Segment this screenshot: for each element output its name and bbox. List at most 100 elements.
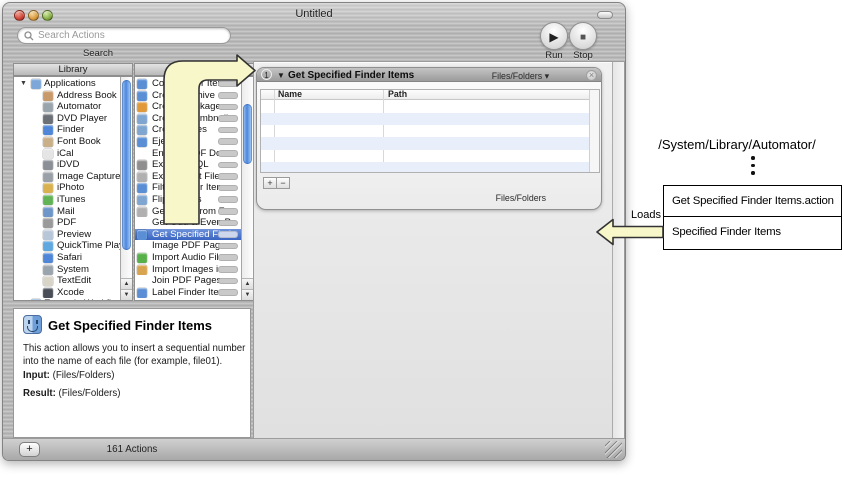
annotation-action-name: Specified Finder Items — [664, 217, 841, 248]
sidebar-item-finder[interactable]: Finder — [14, 124, 120, 136]
table-empty-row — [261, 162, 589, 173]
font-action-icon — [137, 207, 147, 217]
action-capsule — [218, 138, 238, 145]
sidebar-item-ical[interactable]: iCal — [14, 148, 120, 160]
add-item-button[interactable]: + — [263, 177, 277, 189]
library-scrollbar: ▲ ▼ — [120, 77, 132, 300]
photo-action-icon — [137, 265, 147, 275]
action-item-get-fonts-from-fo[interactable]: Get Fonts from Fo — [135, 206, 241, 218]
toolbar-toggle-pill[interactable] — [597, 11, 613, 19]
disclosure-icon[interactable]: ▶ — [20, 298, 25, 300]
mail-icon — [43, 207, 53, 217]
search-input[interactable] — [38, 29, 226, 42]
textedit-icon — [43, 276, 53, 286]
search-icon — [24, 31, 34, 41]
workflow-step-header[interactable]: 1 ▼ Get Specified Finder Items Files/Fol… — [257, 68, 601, 82]
sidebar-item-preview[interactable]: Preview — [14, 229, 120, 241]
sidebar-item-font-book[interactable]: Font Book — [14, 136, 120, 148]
action-item-eject-disk[interactable]: Eject Disk — [135, 136, 241, 148]
dvd-player-icon — [43, 114, 53, 124]
step-disclosure-icon[interactable]: ▼ — [277, 71, 285, 80]
action-item-import-images-int[interactable]: Import Images int — [135, 264, 241, 276]
action-item-execute-sql[interactable]: Execute SQL — [135, 159, 241, 171]
action-capsule — [218, 150, 238, 157]
sidebar-item-itunes[interactable]: iTunes — [14, 194, 120, 206]
annotation-file-box: Get Specified Finder Items.action Specif… — [663, 185, 842, 250]
run-button[interactable]: ▶ — [540, 22, 568, 50]
action-item-encrypt-pdf-docu[interactable]: Encrypt PDF Docu — [135, 148, 241, 160]
add-action-button[interactable]: + — [19, 442, 40, 457]
stop-button[interactable]: ■ — [569, 22, 597, 50]
disclosure-icon[interactable]: ▼ — [20, 78, 27, 90]
workflow-step: 1 ▼ Get Specified Finder Items Files/Fol… — [256, 67, 602, 210]
action-item-filter-finder-items[interactable]: Filter Finder Items — [135, 182, 241, 194]
action-capsule — [218, 289, 238, 296]
scroll-up-icon[interactable]: ▲ — [121, 278, 132, 289]
finder-icon — [43, 125, 53, 135]
iphoto-icon — [43, 183, 53, 193]
table-header-name[interactable]: Name — [278, 89, 302, 99]
action-capsule — [218, 196, 238, 203]
remove-item-button[interactable]: − — [276, 177, 290, 189]
finder-action-icon — [137, 79, 147, 89]
sidebar-item-system[interactable]: System — [14, 264, 120, 276]
sidebar-item-address-book[interactable]: Address Book — [14, 90, 120, 102]
description-body: This action allows you to insert a seque… — [23, 342, 247, 369]
sidebar-item-example-workflows[interactable]: ▶Example Workflows — [14, 298, 120, 300]
actions-column-header[interactable] — [134, 63, 254, 76]
sidebar-item-applications[interactable]: ▼Applications — [14, 78, 120, 90]
sidebar-item-iphoto[interactable]: iPhoto — [14, 182, 120, 194]
action-item-copy-finder-items[interactable]: Copy Finder Items — [135, 78, 241, 90]
step-type-dropdown[interactable]: Files/Folders ▾ — [492, 71, 549, 82]
font-action-icon — [137, 172, 147, 182]
action-item-export-font-files[interactable]: Export Font Files — [135, 171, 241, 183]
action-item-flip-images[interactable]: Flip Images — [135, 194, 241, 206]
action-item-create-archive[interactable]: Create Archive — [135, 90, 241, 102]
workflows-folder-icon — [31, 299, 41, 300]
library-scrollbar-thumb[interactable] — [122, 80, 131, 250]
table-header-path[interactable]: Path — [388, 89, 407, 99]
quicktime-icon — [43, 241, 53, 251]
finder-action-icon — [137, 230, 147, 240]
action-item-join-pdf-pages[interactable]: Join PDF Pages — [135, 275, 241, 287]
sidebar-item-idvd[interactable]: iDVD — [14, 159, 120, 171]
resize-grip[interactable] — [605, 441, 622, 458]
table-empty-row — [261, 125, 589, 137]
search-field[interactable] — [17, 27, 231, 44]
finder-action-icon — [137, 137, 147, 147]
sidebar-item-automator[interactable]: Automator — [14, 101, 120, 113]
action-item-create-package[interactable]: Create Package — [135, 101, 241, 113]
action-item-image-pdf-pages[interactable]: Image PDF Pages — [135, 240, 241, 252]
sidebar-item-image-capture[interactable]: Image Capture — [14, 171, 120, 183]
sidebar-item-pdf[interactable]: PDF — [14, 217, 120, 229]
sidebar-item-textedit[interactable]: TextEdit — [14, 275, 120, 287]
action-item-crop-images[interactable]: Crop Images — [135, 124, 241, 136]
sidebar-item-safari[interactable]: Safari — [14, 252, 120, 264]
action-item-get-specified-find[interactable]: Get Specified Find — [135, 229, 241, 241]
action-item-get-odd-even-pa[interactable]: Get Odd & Even Pa — [135, 217, 241, 229]
sidebar-item-xcode[interactable]: Xcode — [14, 287, 120, 299]
action-capsule — [218, 278, 238, 285]
workflow-scrollbar — [612, 62, 624, 440]
loads-label: Loads — [628, 209, 664, 221]
action-item-import-audio-file[interactable]: Import Audio File — [135, 252, 241, 264]
finder-action-icon — [137, 288, 147, 298]
finder-action-icon — [137, 183, 147, 193]
image-action-icon — [137, 114, 147, 124]
itunes-icon — [43, 195, 53, 205]
sidebar-item-dvd-player[interactable]: DVD Player — [14, 113, 120, 125]
automator-icon — [43, 102, 53, 112]
step-close-icon[interactable]: × — [586, 70, 597, 81]
action-item-label-finder-items[interactable]: Label Finder Items — [135, 287, 241, 299]
sidebar-item-quicktime-player[interactable]: QuickTime Player — [14, 240, 120, 252]
actions-scrollbar-thumb[interactable] — [243, 104, 252, 164]
action-item-create-thumbnail[interactable]: Create Thumbnail — [135, 113, 241, 125]
library-column-header[interactable]: Library — [13, 63, 133, 76]
scroll-up-icon[interactable]: ▲ — [242, 278, 253, 289]
scroll-down-icon[interactable]: ▼ — [242, 289, 253, 300]
image-action-icon — [137, 125, 147, 135]
scroll-down-icon[interactable]: ▼ — [121, 289, 132, 300]
sidebar-item-mail[interactable]: Mail — [14, 206, 120, 218]
action-capsule — [218, 127, 238, 134]
description-input: Input: (Files/Folders) — [23, 370, 115, 381]
